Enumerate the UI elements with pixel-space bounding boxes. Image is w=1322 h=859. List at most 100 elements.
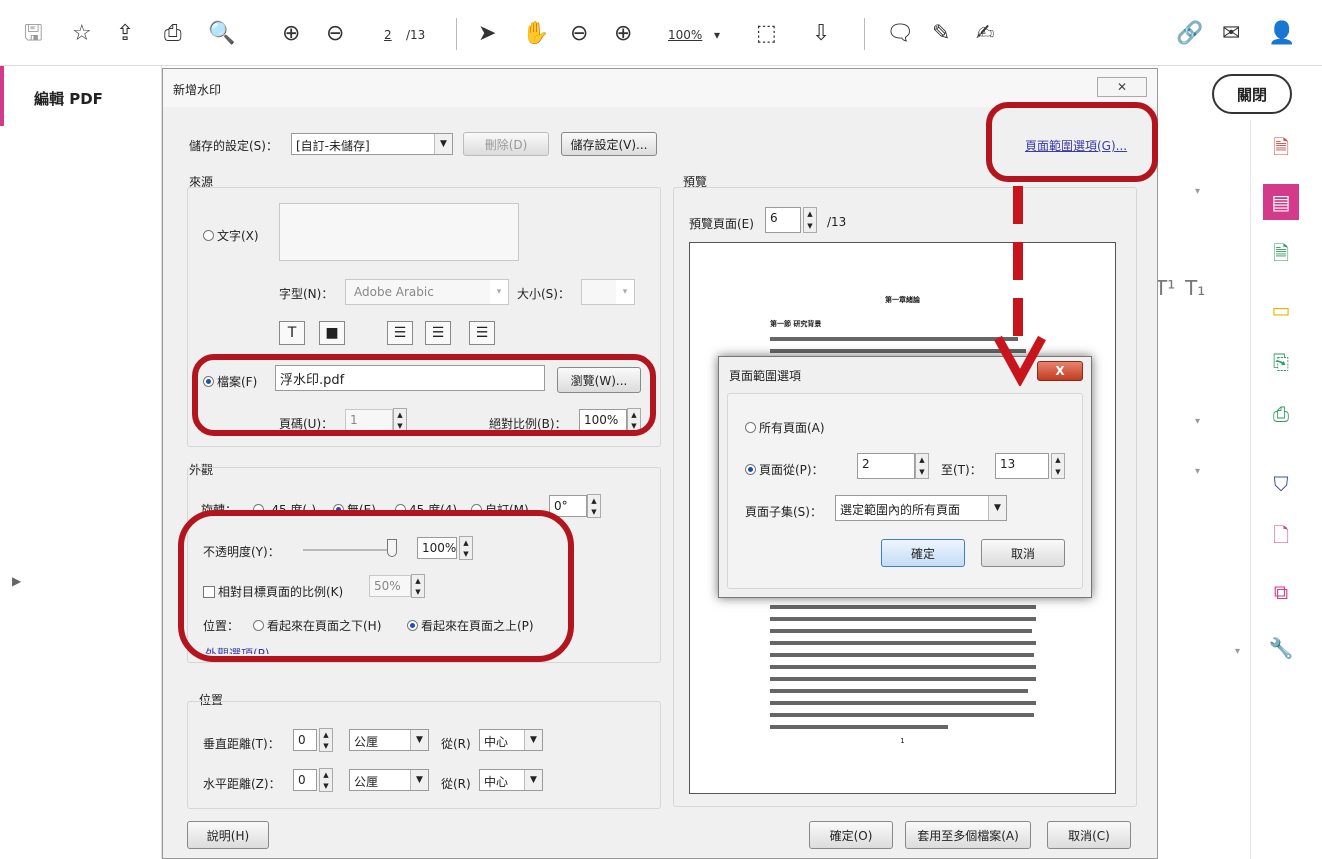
- watermark-text-area[interactable]: [279, 203, 519, 261]
- align-center-icon[interactable]: ☰: [425, 321, 451, 345]
- scan-icon[interactable]: ⎙: [1263, 396, 1299, 432]
- chevron-down-icon: ▼: [524, 770, 542, 790]
- doc-text-line: [770, 605, 1036, 609]
- chevron-down-icon[interactable]: ▾: [1235, 646, 1240, 657]
- print-icon[interactable]: ⎙: [164, 22, 182, 46]
- zoom-in-icon[interactable]: ⊕: [614, 22, 632, 46]
- dialog-close-button[interactable]: ✕: [1097, 77, 1147, 97]
- to-page-input[interactable]: 13: [995, 453, 1049, 479]
- chevron-down-icon[interactable]: ▾: [1195, 466, 1200, 477]
- apply-multiple-files-button[interactable]: 套用至多個檔案(A): [905, 821, 1031, 849]
- from-page-spinner[interactable]: ▲ ▼: [915, 453, 929, 479]
- subscript-icon[interactable]: T₁: [1185, 276, 1205, 300]
- horizontal-from-label: 從(R): [441, 777, 471, 791]
- horizontal-from-select[interactable]: 中心 ▼: [479, 769, 543, 791]
- range-ok-button[interactable]: 確定: [881, 539, 965, 567]
- saved-settings-value: [自訂-未儲存]: [296, 139, 370, 153]
- preview-page-spinner[interactable]: ▲ ▼: [803, 207, 817, 233]
- toolbar-divider: [864, 18, 865, 50]
- from-page-input[interactable]: 2: [857, 453, 915, 479]
- saved-settings-select[interactable]: [自訂-未儲存] ▼: [291, 133, 453, 155]
- export-pdf-icon[interactable]: 🗎: [1263, 238, 1299, 274]
- horizontal-distance-input[interactable]: 0: [293, 769, 317, 791]
- expand-panel-icon[interactable]: ▶: [12, 574, 21, 588]
- doc-text-line: [770, 629, 1032, 633]
- align-left-icon[interactable]: ☰: [387, 321, 413, 345]
- chevron-down-icon[interactable]: ▾: [1195, 416, 1200, 427]
- select-arrow-icon[interactable]: ➤: [478, 22, 496, 46]
- ok-button[interactable]: 確定(O): [809, 821, 893, 849]
- zoom-search-icon[interactable]: 🔍: [208, 22, 235, 46]
- zoom-out-icon[interactable]: ⊖: [570, 22, 588, 46]
- protect-shield-icon[interactable]: ⛉: [1263, 466, 1299, 502]
- page-subset-select[interactable]: 選定範圍內的所有頁面 ▼: [835, 495, 1007, 521]
- hand-tool-icon[interactable]: ✋: [522, 22, 549, 46]
- highlight-pen-icon[interactable]: ✎: [932, 22, 950, 46]
- page-subset-label: 頁面子集(S)：: [745, 505, 822, 519]
- horizontal-unit-value: 公厘: [354, 775, 379, 789]
- doc-text-line: [770, 665, 1036, 669]
- all-pages-radio[interactable]: 所有頁面(A): [745, 419, 825, 436]
- vertical-distance-spinner[interactable]: ▲ ▼: [319, 728, 333, 752]
- text-radio[interactable]: 文字(X): [203, 227, 259, 244]
- chevron-down-icon: ▼: [410, 730, 428, 750]
- mail-icon[interactable]: ✉: [1222, 22, 1240, 46]
- preview-page-input[interactable]: 6: [765, 207, 801, 233]
- align-right-icon[interactable]: ☰: [469, 321, 495, 345]
- toolbar-divider: [456, 18, 457, 50]
- scroll-mode-icon[interactable]: ⇩: [812, 22, 830, 46]
- save-settings-button[interactable]: 儲存設定(V)...: [561, 132, 657, 156]
- vertical-from-select[interactable]: 中心 ▼: [479, 729, 543, 751]
- save-icon[interactable]: 🖫: [24, 22, 43, 46]
- compare-icon[interactable]: ⧉: [1263, 574, 1299, 610]
- close-edit-button[interactable]: 關閉: [1212, 74, 1292, 114]
- size-select[interactable]: ▾: [581, 279, 635, 305]
- pages-from-label: 頁面從(P)：: [759, 463, 824, 477]
- page-up-icon[interactable]: ⊕: [282, 22, 300, 46]
- page-down-icon[interactable]: ⊖: [326, 22, 344, 46]
- comment-tool-icon[interactable]: ▭: [1263, 292, 1299, 328]
- text-underline-icon[interactable]: T: [279, 321, 305, 345]
- zoom-level-select[interactable]: 100%: [668, 28, 702, 42]
- page-number-input[interactable]: 2: [384, 28, 392, 42]
- text-color-icon[interactable]: ■: [319, 321, 345, 345]
- sign-icon[interactable]: ✍: [976, 22, 994, 46]
- annotation-highlight-file-source: [192, 354, 656, 436]
- share-link-icon[interactable]: 🔗: [1176, 22, 1203, 46]
- horizontal-distance-spinner[interactable]: ▲ ▼: [319, 768, 333, 792]
- page-total: /13: [406, 28, 426, 42]
- to-page-spinner[interactable]: ▲ ▼: [1051, 453, 1065, 479]
- star-icon[interactable]: ☆: [72, 22, 92, 46]
- fill-sign-icon[interactable]: 🗋: [1263, 520, 1299, 556]
- to-page-label: 至(T)：: [941, 463, 982, 477]
- create-pdf-icon[interactable]: 🗎: [1263, 132, 1299, 168]
- rotation-spinner[interactable]: ▲ ▼: [587, 494, 601, 518]
- comment-icon[interactable]: 🗨: [886, 22, 914, 46]
- doc-text-line: [770, 337, 1018, 341]
- add-user-icon[interactable]: 👤: [1268, 22, 1295, 46]
- doc-text-line: [770, 641, 1036, 645]
- annotation-highlight-appearance: [178, 510, 574, 662]
- page-fit-icon[interactable]: ⬚: [756, 22, 777, 46]
- doc-text-line: [770, 653, 1034, 657]
- organize-pages-icon[interactable]: ⎘: [1263, 344, 1299, 380]
- doc-page-number: 1: [900, 737, 905, 745]
- upload-cloud-icon[interactable]: ⇪: [116, 22, 134, 46]
- superscript-icon[interactable]: T¹: [1155, 276, 1175, 300]
- doc-text-line: [770, 349, 1026, 353]
- more-tools-icon[interactable]: 🔧: [1263, 630, 1299, 666]
- vertical-unit-select[interactable]: 公厘 ▼: [349, 729, 429, 751]
- chevron-down-icon[interactable]: ▾: [714, 28, 720, 42]
- pages-from-radio[interactable]: 頁面從(P)：: [745, 461, 824, 478]
- font-select[interactable]: Adobe Arabic ▾: [345, 279, 509, 305]
- doc-chapter-title: 第一章緒論: [885, 295, 920, 304]
- chevron-down-icon[interactable]: ▾: [1195, 186, 1200, 197]
- horizontal-unit-select[interactable]: 公厘 ▼: [349, 769, 429, 791]
- range-cancel-button[interactable]: 取消: [981, 539, 1065, 567]
- chevron-down-icon: ▾: [490, 280, 508, 304]
- edit-pdf-icon[interactable]: ▤: [1263, 184, 1299, 220]
- delete-button[interactable]: 刪除(D): [463, 132, 549, 156]
- help-button[interactable]: 說明(H): [187, 821, 269, 849]
- cancel-button[interactable]: 取消(C): [1047, 821, 1131, 849]
- vertical-distance-input[interactable]: 0: [293, 729, 317, 751]
